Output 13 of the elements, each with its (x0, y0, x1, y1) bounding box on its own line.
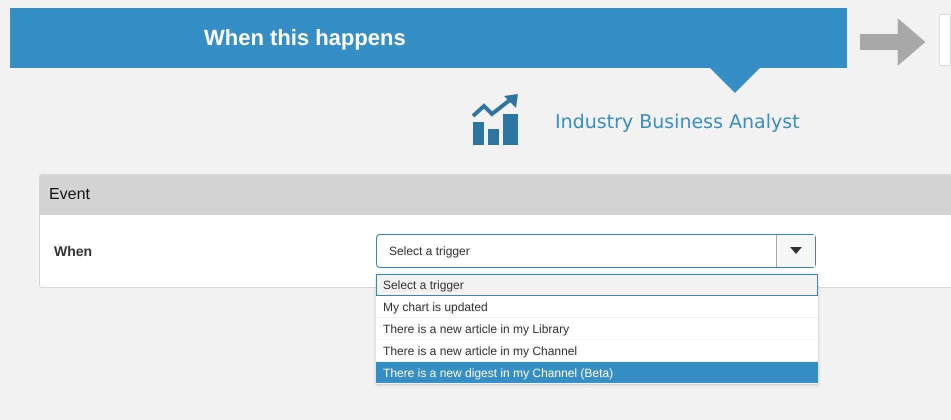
card-edge (939, 14, 951, 66)
dropdown-option[interactable]: There is a new article in my Library (376, 318, 818, 340)
panel-title: Event (49, 186, 90, 204)
banner-title: When this happens (204, 25, 406, 51)
dropdown-option[interactable]: Select a trigger (376, 274, 818, 296)
dropdown-option[interactable]: My chart is updated (376, 296, 818, 318)
field-label: When (54, 243, 94, 259)
dropdown-option[interactable]: There is a new digest in my Channel (Beta) (376, 362, 818, 384)
chart-growth-icon (472, 94, 520, 146)
caret-icon (790, 247, 802, 255)
trigger-select[interactable]: Select a trigger (376, 234, 816, 268)
app-name: Industry Business Analyst (555, 111, 800, 133)
arrow-icon (860, 18, 926, 66)
